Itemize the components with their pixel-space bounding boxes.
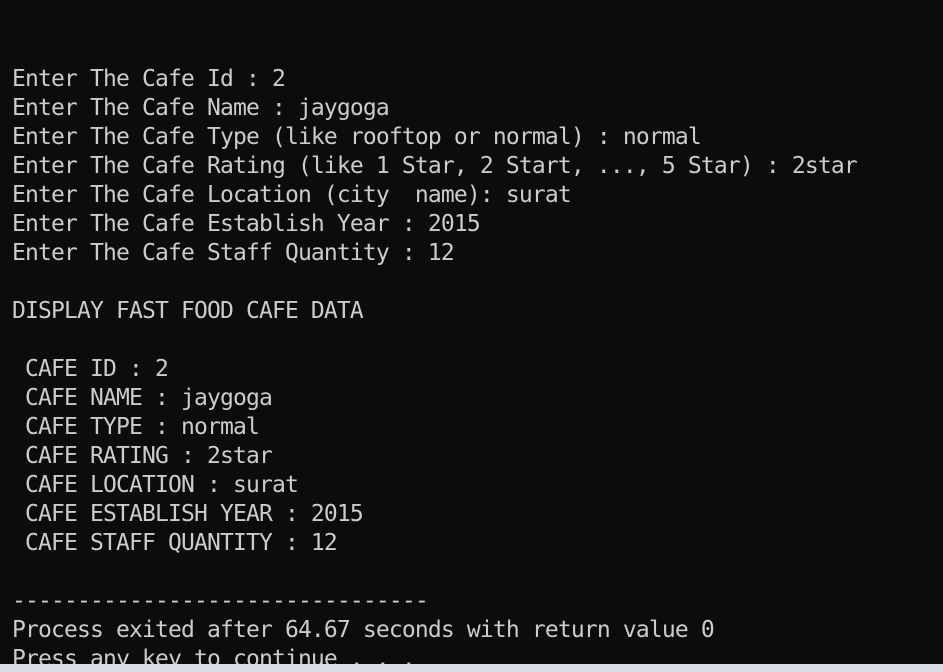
press-any-key-message: Press any key to continue . . . xyxy=(12,646,416,664)
output-cafe-name: CAFE NAME : jaygoga xyxy=(12,385,273,411)
console-line-blank xyxy=(12,268,857,297)
console-line-blank xyxy=(12,36,857,65)
prompt-cafe-id: Enter The Cafe Id : 2 xyxy=(12,66,286,92)
prompt-cafe-type: Enter The Cafe Type (like rooftop or nor… xyxy=(12,124,702,150)
output-cafe-type: CAFE TYPE : normal xyxy=(12,414,260,440)
window-bottom-border xyxy=(0,664,943,672)
prompt-cafe-establish-year: Enter The Cafe Establish Year : 2015 xyxy=(12,211,481,237)
prompt-cafe-location: Enter The Cafe Location (city name): sur… xyxy=(12,182,572,208)
output-cafe-staff-quantity: CAFE STAFF QUANTITY : 12 xyxy=(12,530,338,556)
display-heading: DISPLAY FAST FOOD CAFE DATA xyxy=(12,298,364,324)
output-cafe-id: CAFE ID : 2 xyxy=(12,356,169,382)
console-window[interactable]: Enter The Cafe Id : 2 Enter The Cafe Nam… xyxy=(0,0,943,664)
prompt-cafe-name: Enter The Cafe Name : jaygoga xyxy=(12,95,390,121)
prompt-cafe-rating: Enter The Cafe Rating (like 1 Star, 2 St… xyxy=(12,153,858,179)
output-cafe-establish-year: CAFE ESTABLISH YEAR : 2015 xyxy=(12,501,364,527)
console-line-blank xyxy=(12,558,857,587)
output-cafe-rating: CAFE RATING : 2star xyxy=(12,443,273,469)
process-exit-message: Process exited after 64.67 seconds with … xyxy=(12,617,715,643)
console-output: Enter The Cafe Id : 2 Enter The Cafe Nam… xyxy=(12,36,858,664)
separator-line: -------------------------------- xyxy=(12,588,429,614)
output-cafe-location: CAFE LOCATION : surat xyxy=(12,472,299,498)
prompt-cafe-staff-quantity: Enter The Cafe Staff Quantity : 12 xyxy=(12,240,455,266)
console-line-blank xyxy=(12,326,857,355)
